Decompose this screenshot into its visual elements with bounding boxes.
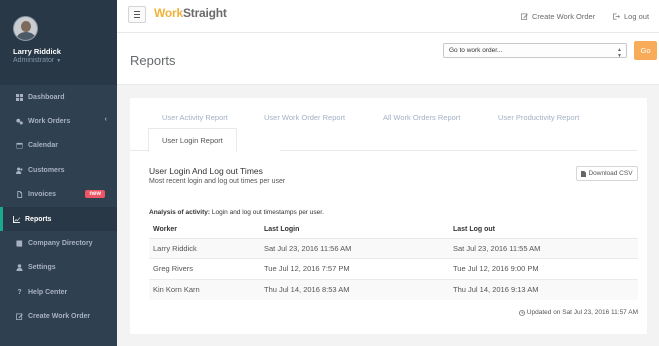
- sidebar-item-label: Reports: [25, 215, 52, 223]
- table-row: Larry Riddick Sat Jul 23, 2016 11:56 AM …: [149, 237, 638, 259]
- tab-user-login-report[interactable]: User Login Report: [148, 128, 237, 153]
- sidebar-item-dashboard[interactable]: Dashboard: [0, 85, 117, 109]
- sidebar-nav: Dashboard Work Orders ‹ Calendar Custome…: [0, 85, 117, 329]
- clock-icon: [518, 309, 525, 316]
- sidebar-item-invoices[interactable]: Invoices new: [0, 183, 117, 207]
- tab-divider: [280, 150, 637, 151]
- new-badge: new: [85, 189, 105, 198]
- section-title: User Login And Log out Times: [149, 166, 263, 176]
- column-header-worker: Worker: [149, 221, 260, 239]
- sidebar-item-calendar[interactable]: Calendar: [0, 134, 117, 158]
- create-work-order-link[interactable]: Create Work Order: [521, 12, 595, 21]
- worker-cell: Kin Korn Karn: [149, 278, 260, 300]
- worker-cell: Greg Rivers: [149, 258, 260, 279]
- top-navbar: WorkStraight Create Work Order Log out: [117, 0, 659, 33]
- report-tabs: User Activity Report User Work Order Rep…: [148, 110, 637, 153]
- file-icon: [15, 191, 24, 199]
- question-icon: ?: [17, 288, 22, 296]
- tab-user-activity-report[interactable]: User Activity Report: [162, 113, 228, 122]
- download-csv-button[interactable]: Download CSV: [576, 166, 638, 181]
- sidebar-item-label: Dashboard: [28, 93, 65, 101]
- sidebar-item-help-center[interactable]: ? Help Center: [0, 280, 117, 304]
- sidebar-item-customers[interactable]: Customers: [0, 158, 117, 182]
- table-row: Kin Korn Karn Thu Jul 14, 2016 8:53 AM T…: [149, 278, 638, 300]
- table-header-row: Worker Last Login Last Log out: [149, 221, 638, 239]
- column-header-last-logout: Last Log out: [449, 221, 638, 239]
- report-panel: User Activity Report User Work Order Rep…: [130, 98, 647, 334]
- sidebar-item-label: Invoices: [28, 191, 57, 199]
- profile-panel: Larry Riddick Administrator ▼: [0, 0, 117, 85]
- create-work-order-label: Create Work Order: [532, 12, 596, 21]
- users-icon: [15, 167, 24, 174]
- last-logout-cell: Sat Jul 23, 2016 11:55 AM: [449, 237, 638, 259]
- column-header-last-login: Last Login: [260, 221, 449, 239]
- edit-icon: [521, 13, 528, 20]
- section-subtitle: Most recent login and log out times per …: [149, 178, 286, 185]
- last-logout-cell: Tue Jul 12, 2016 9:00 PM: [449, 258, 638, 279]
- sidebar-item-label: Help Center: [28, 288, 68, 296]
- last-logout-cell: Thu Jul 14, 2016 9:13 AM: [449, 278, 638, 300]
- chevron-left-icon: ‹: [104, 116, 107, 124]
- sign-out-icon: [613, 13, 620, 20]
- updated-label: Updated on Sat Jul 23, 2016 11:57 AM: [526, 309, 638, 316]
- calendar-icon: [15, 142, 24, 150]
- brand-logo[interactable]: WorkStraight: [154, 6, 227, 20]
- sidebar-item-label: Create Work Order: [28, 313, 91, 321]
- go-button[interactable]: Go: [634, 41, 657, 60]
- chart-icon: [12, 215, 21, 223]
- logout-label: Log out: [624, 12, 650, 21]
- page-title: Reports: [130, 53, 176, 68]
- last-login-cell: Thu Jul 14, 2016 8:53 AM: [260, 278, 449, 300]
- page-heading: Reports Go to work order... ▲ ▼ Go: [117, 33, 659, 85]
- profile-name: Larry Riddick: [13, 47, 61, 56]
- sidebar-item-label: Settings: [28, 264, 56, 272]
- sidebar-item-create-work-order[interactable]: Create Work Order: [0, 305, 117, 329]
- tab-divider: [130, 150, 148, 151]
- chevron-down-icon: ▲ ▼: [617, 47, 622, 59]
- sidebar-item-work-orders[interactable]: Work Orders ‹: [0, 109, 117, 133]
- avatar[interactable]: [13, 16, 38, 41]
- last-login-cell: Sat Jul 23, 2016 11:56 AM: [260, 237, 449, 259]
- sidebar-item-company-directory[interactable]: Company Directory: [0, 231, 117, 255]
- logout-link[interactable]: Log out: [613, 12, 649, 21]
- sidebar-item-label: Company Directory: [28, 240, 93, 248]
- user-icon: [15, 264, 24, 272]
- download-csv-label: Download CSV: [588, 170, 633, 177]
- sidebar-item-label: Customers: [28, 166, 65, 174]
- work-order-select-value: Go to work order...: [449, 47, 503, 54]
- table-row: Greg Rivers Tue Jul 12, 2016 7:57 PM Tue…: [149, 258, 638, 279]
- tab-all-work-orders-report[interactable]: All Work Orders Report: [383, 113, 460, 122]
- worker-cell: Larry Riddick: [149, 237, 260, 259]
- work-order-select[interactable]: Go to work order... ▲ ▼: [443, 43, 627, 59]
- book-icon: [15, 240, 24, 247]
- analysis-label: Analysis of activity:: [149, 209, 211, 216]
- sidebar-item-settings[interactable]: Settings: [0, 256, 117, 280]
- dashboard-icon: [15, 93, 24, 101]
- edit-icon: [15, 313, 24, 321]
- file-icon: [581, 170, 587, 177]
- profile-role: Administrator: [13, 57, 55, 64]
- updated-timestamp: Updated on Sat Jul 23, 2016 11:57 AM: [518, 309, 638, 316]
- analysis-text: Analysis of activity: Login and log out …: [149, 209, 324, 216]
- login-table: Worker Last Login Last Log out Larry Rid…: [149, 221, 638, 300]
- profile-role-dropdown[interactable]: Administrator ▼: [13, 57, 61, 64]
- tab-user-work-order-report[interactable]: User Work Order Report: [264, 113, 345, 122]
- sidebar-item-label: Work Orders: [28, 118, 71, 126]
- menu-toggle-button[interactable]: [128, 6, 146, 23]
- sidebar-item-label: Calendar: [28, 142, 58, 150]
- analysis-description: Login and log out timestamps per user.: [210, 209, 324, 216]
- tab-user-productivity-report[interactable]: User Productivity Report: [498, 113, 579, 122]
- sidebar-item-reports[interactable]: Reports: [0, 206, 117, 232]
- caret-down-icon: ▼: [56, 58, 62, 64]
- last-login-cell: Tue Jul 12, 2016 7:57 PM: [260, 258, 449, 279]
- gears-icon: [15, 118, 24, 125]
- sidebar: Larry Riddick Administrator ▼ Dashboard W…: [0, 0, 117, 346]
